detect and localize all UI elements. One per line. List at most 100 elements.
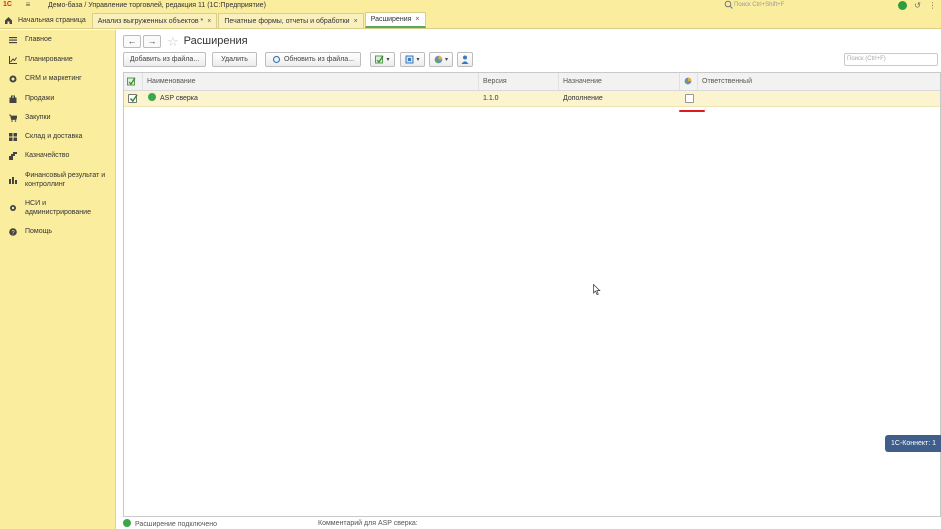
tabs-bar: Начальная страница Анализ выгруженных об…	[0, 10, 941, 29]
user-icon	[461, 55, 469, 64]
title-bar: 1С ≡ Демо-база / Управление торговлей, р…	[0, 0, 941, 10]
global-search-placeholder: Поиск Ctrl+Shift+F	[734, 1, 785, 8]
settings-icon	[405, 55, 414, 64]
tab-analysis[interactable]: Анализ выгруженных объектов * ×	[91, 13, 218, 28]
responsible-cell	[698, 91, 938, 106]
extension-status-text: Расширение подключено	[135, 520, 217, 528]
finance-icon	[8, 175, 17, 184]
sidebar-item-sales[interactable]: Продажи	[0, 94, 54, 103]
shield-icon	[434, 55, 443, 64]
tab-print-forms[interactable]: Печатные формы, отчеты и обработки ×	[218, 13, 364, 28]
search-icon	[724, 0, 733, 9]
close-icon[interactable]: ×	[207, 18, 211, 25]
tab-home[interactable]: Начальная страница	[0, 13, 91, 28]
sidebar-item-label: Казначейство	[25, 152, 70, 159]
sidebar-item-label: Продажи	[25, 95, 55, 102]
app-logo: 1С	[3, 1, 12, 8]
crm-icon	[8, 74, 17, 83]
sidebar-item-label: Главное	[25, 36, 52, 43]
checkmark-icon	[129, 94, 138, 103]
tab-label: Расширения	[370, 16, 412, 23]
security-dropdown-button[interactable]: ▾	[429, 52, 453, 67]
sidebar-item-help[interactable]: ? Помощь	[0, 227, 52, 236]
close-icon[interactable]: ×	[354, 18, 358, 25]
sidebar-item-crm[interactable]: CRM и маркетинг	[0, 74, 82, 83]
close-icon[interactable]: ×	[415, 16, 419, 23]
coins-icon	[8, 151, 17, 160]
sidebar-item-warehouse[interactable]: Склад и доставка	[0, 132, 82, 141]
mouse-cursor-icon	[593, 284, 601, 295]
connection-status-icon[interactable]	[898, 0, 907, 10]
active-column-header[interactable]	[124, 73, 142, 90]
sidebar-item-label: Планирование	[25, 56, 73, 63]
sidebar: Главное Планирование CRM и маркетинг Про…	[0, 30, 116, 529]
safe-mode-checkbox[interactable]	[685, 94, 694, 103]
back-button[interactable]: ←	[123, 34, 141, 48]
update-from-file-label: Обновить из файла...	[283, 56, 355, 63]
sidebar-item-admin[interactable]: НСИ и администрирование	[0, 199, 108, 217]
update-from-file-button[interactable]: Обновить из файла...	[265, 52, 361, 67]
purpose-cell: Дополнение	[563, 95, 603, 102]
cart-icon	[8, 113, 17, 122]
more-icon[interactable]: ⋮	[928, 1, 937, 10]
safe-mode-column-header[interactable]	[679, 73, 697, 90]
forward-button[interactable]: →	[143, 34, 161, 48]
annotation-underline	[679, 110, 705, 112]
active-checkbox[interactable]	[128, 94, 138, 103]
extension-name-cell: ASP сверка	[144, 91, 478, 106]
purpose-column-header[interactable]: Назначение	[558, 73, 679, 90]
help-icon: ?	[8, 227, 17, 236]
extension-check-icon	[375, 55, 384, 64]
delete-button[interactable]: Удалить	[212, 52, 257, 67]
name-column-header[interactable]: Наименование	[142, 73, 478, 90]
chevron-down-icon: ▾	[416, 57, 420, 63]
version-column-header[interactable]: Версия	[478, 73, 558, 90]
warehouse-icon	[8, 132, 17, 141]
sidebar-item-label: Финансовый результат и контроллинг	[25, 172, 106, 188]
version-cell: 1.1.0	[483, 95, 499, 102]
user-button[interactable]	[457, 52, 473, 67]
sidebar-item-label: НСИ и администрирование	[25, 200, 91, 216]
tab-extensions[interactable]: Расширения ×	[364, 12, 426, 28]
tab-label: Печатные формы, отчеты и обработки	[224, 17, 350, 25]
page-title: Расширения	[183, 35, 248, 47]
sidebar-item-label: Закупки	[25, 114, 51, 121]
settings-dropdown-button[interactable]: ▾	[400, 52, 425, 67]
add-from-file-button[interactable]: Добавить из файла...	[123, 52, 206, 67]
home-icon	[5, 17, 12, 24]
main-menu-icon[interactable]: ≡	[22, 0, 34, 10]
extension-name: ASP сверка	[160, 95, 198, 102]
main-content: ← → ☆ Расширения Добавить из файла... Уд…	[117, 30, 941, 529]
chart-icon	[8, 55, 17, 64]
tab-label: Анализ выгруженных объектов *	[97, 17, 204, 25]
status-footer: Расширение подключено Комментарий для AS…	[123, 519, 941, 529]
sidebar-item-finance[interactable]: Финансовый результат и контроллинг	[0, 171, 108, 189]
gear-icon	[8, 203, 17, 212]
bag-icon	[8, 94, 17, 103]
sidebar-item-treasury[interactable]: Казначейство	[0, 151, 69, 160]
history-icon[interactable]: ↺	[913, 1, 922, 10]
chevron-down-icon: ▾	[386, 57, 390, 63]
extensions-table: Наименование Версия Назначение Ответстве…	[123, 72, 941, 517]
sidebar-item-label: CRM и маркетинг	[25, 75, 82, 82]
shield-icon	[684, 77, 692, 85]
table-row[interactable]: ASP сверка 1.1.0 Дополнение	[124, 91, 940, 107]
chevron-down-icon: ▾	[444, 57, 448, 63]
responsible-column-header[interactable]: Ответственный	[697, 73, 940, 90]
status-ok-icon	[148, 93, 156, 102]
favorite-star-icon[interactable]: ☆	[167, 35, 179, 48]
window-title: Демо-база / Управление торговлей, редакц…	[48, 1, 266, 9]
search-input[interactable]: Поиск (Ctrl+F)	[844, 53, 938, 66]
activate-dropdown-button[interactable]: ▾	[370, 52, 395, 67]
sidebar-item-planning[interactable]: Планирование	[0, 55, 73, 64]
connect-badge[interactable]: 1С-Коннект: 1	[885, 435, 941, 452]
status-ok-icon	[123, 519, 131, 527]
tab-label: Начальная страница	[18, 17, 86, 24]
comment-label: Комментарий для ASP сверка:	[318, 520, 418, 527]
sidebar-item-main[interactable]: Главное	[0, 35, 52, 44]
global-search[interactable]: Поиск Ctrl+Shift+F	[724, 0, 894, 9]
menu-lines-icon	[8, 35, 17, 44]
sidebar-item-purchases[interactable]: Закупки	[0, 113, 51, 122]
sidebar-item-label: Помощь	[25, 228, 53, 235]
extension-check-icon	[127, 77, 136, 86]
